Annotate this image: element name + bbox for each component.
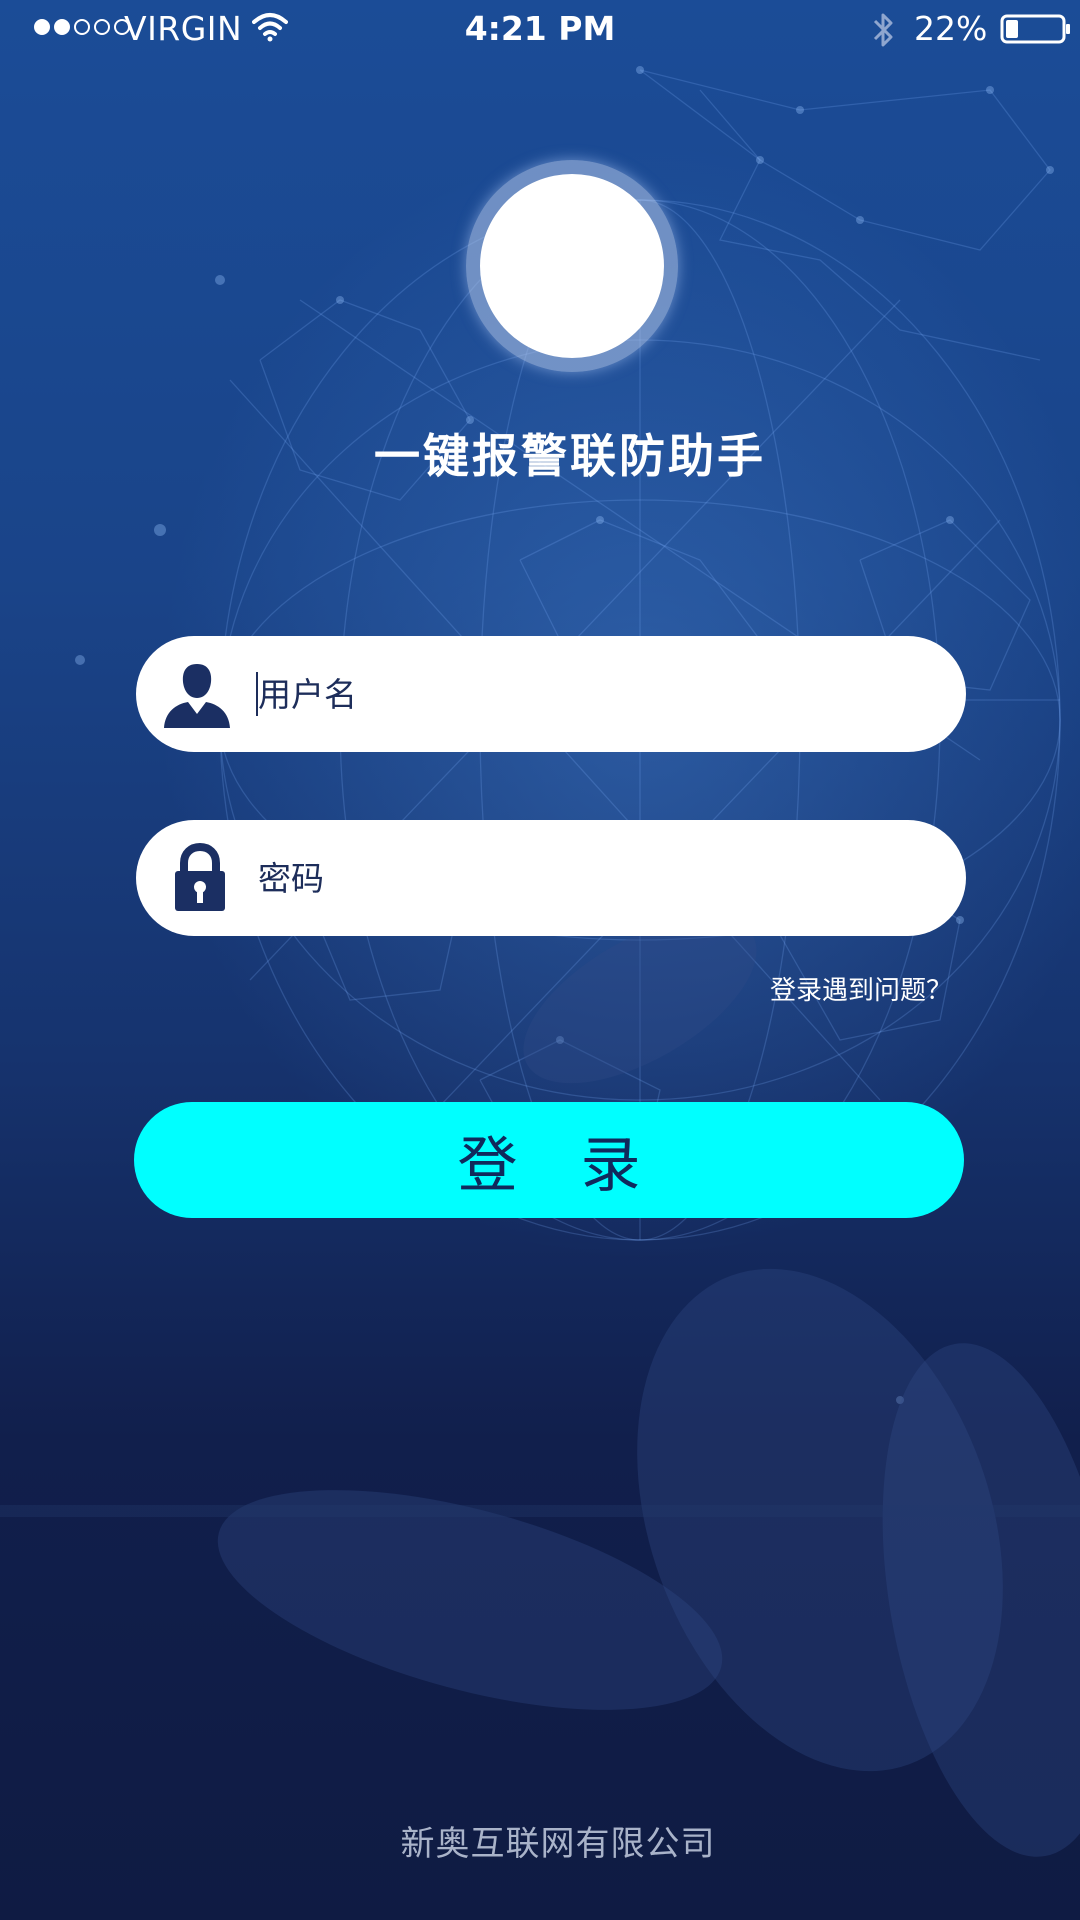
password-field[interactable] (136, 820, 966, 936)
username-input[interactable] (254, 636, 938, 752)
app-logo-circle (480, 174, 664, 358)
username-field[interactable] (136, 636, 966, 752)
app-logo (466, 160, 678, 372)
login-button[interactable]: 登 录 (134, 1102, 964, 1218)
company-footer: 新奥互联网有限公司 (400, 1824, 716, 1864)
login-screen: VIRGIN 4:21 PM 22% 一键报警联防助手 用户名 登录遇到问题？ … (0, 0, 1080, 1920)
bluetooth-icon (873, 13, 893, 47)
app-title: 一键报警联防助手 (374, 429, 766, 483)
status-bar: VIRGIN 4:21 PM 22% (0, 0, 1080, 60)
password-input[interactable] (254, 820, 938, 936)
login-help-link[interactable]: 登录遇到问题？ (770, 970, 952, 1007)
user-icon (164, 664, 230, 728)
battery-percent: 22% (914, 9, 988, 48)
lock-icon (175, 843, 225, 911)
battery-icon (1000, 14, 1070, 44)
